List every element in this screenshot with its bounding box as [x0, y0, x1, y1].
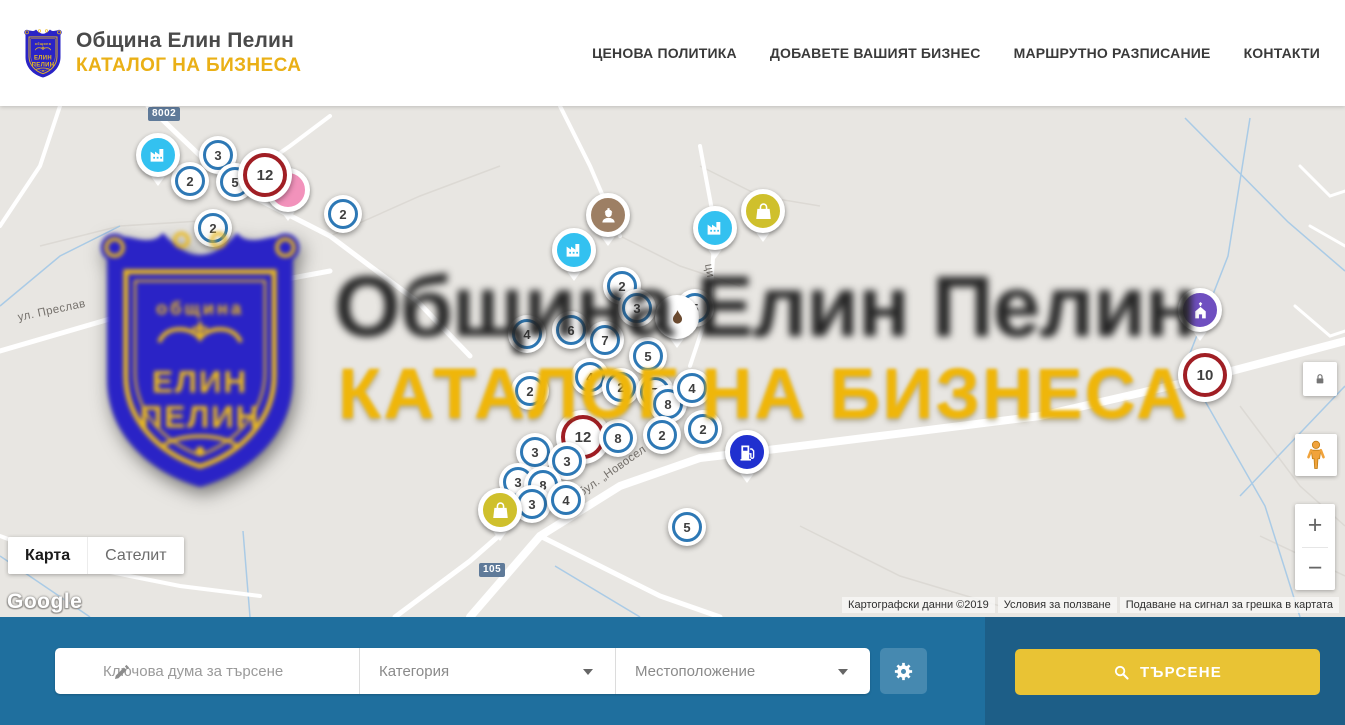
search-fields-group: Категория Местоположение [55, 648, 870, 694]
search-bar: Категория Местоположение [0, 617, 1345, 725]
advanced-settings-button[interactable] [880, 648, 927, 694]
category-select-label: Категория [379, 663, 449, 680]
chevron-down-icon [583, 669, 593, 675]
nav-item[interactable]: КОНТАКТИ [1244, 45, 1320, 61]
site-title: Община Елин Пелин [76, 29, 301, 53]
cluster-marker[interactable]: 3 [618, 289, 656, 327]
factory-pin-marker[interactable] [552, 228, 596, 272]
maptype-satellite-button[interactable]: Сателит [87, 537, 183, 574]
brand[interactable]: Община Елин Пелин КАТАЛОГ НА БИЗНЕСА [22, 26, 301, 80]
cluster-marker[interactable]: 4 [508, 315, 546, 353]
attribution-text: Картографски данни ©2019 [842, 597, 995, 613]
cluster-marker[interactable]: 4 [673, 369, 711, 407]
cluster-marker[interactable]: 5 [629, 337, 667, 375]
nav-item[interactable]: ДОБАВЕТЕ ВАШИЯТ БИЗНЕС [770, 45, 981, 61]
factory-icon [564, 240, 585, 261]
pegman-control[interactable] [1295, 434, 1337, 476]
factory-pin-marker[interactable] [136, 133, 180, 177]
map-attribution: Картографски данни ©2019Условия за ползв… [842, 597, 1339, 613]
fuel-icon [737, 442, 758, 463]
cluster-marker[interactable]: 10 [1178, 348, 1232, 402]
attribution-link[interactable]: Условия за ползване [998, 597, 1117, 613]
factory-icon [705, 218, 726, 239]
bag-pin-marker[interactable] [741, 189, 785, 233]
category-select[interactable]: Категория [359, 648, 615, 694]
marker-layer: 3251222235467524278422128333834510 [0, 106, 1345, 617]
attribution-link[interactable]: Подаване на сигнал за грешка в картата [1120, 597, 1339, 613]
main-nav: ЦЕНОВА ПОЛИТИКА ДОБАВЕТЕ ВАШИЯТ БИЗНЕС МАР… [592, 45, 1320, 61]
factory-icon [148, 145, 169, 166]
lock-scroll-button[interactable] [1303, 362, 1337, 396]
map-canvas[interactable]: 8002105 ул. Преславбул. „Новоселци 32512… [0, 106, 1345, 617]
header: Община Елин Пелин КАТАЛОГ НА БИЗНЕСА ЦЕН… [0, 0, 1345, 106]
pencil-icon [113, 662, 132, 681]
location-select-label: Местоположение [635, 663, 755, 680]
keyword-search-input[interactable] [103, 663, 345, 680]
search-icon [1113, 664, 1130, 681]
search-button[interactable]: ТЪРСЕНЕ [1015, 649, 1320, 695]
church-pin-marker[interactable] [1178, 288, 1222, 332]
municipality-logo [22, 26, 64, 80]
maptype-map-button[interactable]: Карта [8, 537, 87, 574]
bag-icon [490, 500, 511, 521]
lock-icon [1312, 371, 1328, 387]
maptype-control: Карта Сателит [8, 537, 184, 574]
nav-item[interactable]: ЦЕНОВА ПОЛИТИКА [592, 45, 737, 61]
worker-icon [598, 205, 619, 226]
fuel-pin-marker[interactable] [725, 430, 769, 474]
cluster-marker[interactable]: 2 [684, 410, 722, 448]
pegman-icon [1303, 440, 1329, 470]
church-icon [1190, 300, 1211, 321]
google-logo[interactable]: Google [7, 590, 82, 614]
zoom-out-button[interactable]: − [1295, 548, 1335, 591]
location-select[interactable]: Местоположение [615, 648, 870, 694]
zoom-control: + − [1295, 504, 1335, 590]
site-subtitle: КАТАЛОГ НА БИЗНЕСА [76, 55, 301, 77]
bag-pin-marker[interactable] [478, 488, 522, 532]
cluster-marker[interactable]: 7 [586, 321, 624, 359]
cluster-marker[interactable]: 2 [511, 372, 549, 410]
cluster-marker[interactable]: 2 [194, 209, 232, 247]
cluster-marker[interactable]: 5 [668, 508, 706, 546]
flame-icon [667, 307, 688, 328]
cluster-marker[interactable]: 2 [324, 195, 362, 233]
brand-text: Община Елин Пелин КАТАЛОГ НА БИЗНЕСА [76, 29, 301, 77]
cluster-marker[interactable]: 6 [552, 311, 590, 349]
cluster-marker[interactable]: 4 [547, 481, 585, 519]
chevron-down-icon [838, 669, 848, 675]
flame-pin-marker[interactable] [655, 295, 699, 339]
cluster-marker[interactable]: 8 [599, 419, 637, 457]
cluster-marker[interactable]: 12 [238, 148, 292, 202]
search-button-label: ТЪРСЕНЕ [1140, 664, 1222, 681]
factory-pin-marker[interactable] [693, 206, 737, 250]
gear-icon [892, 660, 915, 683]
bag-icon [753, 201, 774, 222]
zoom-in-button[interactable]: + [1295, 504, 1335, 547]
cluster-marker[interactable]: 2 [602, 368, 640, 406]
keyword-field-wrap [55, 648, 359, 694]
cluster-marker[interactable]: 2 [643, 416, 681, 454]
nav-item[interactable]: МАРШРУТНО РАЗПИСАНИЕ [1014, 45, 1211, 61]
